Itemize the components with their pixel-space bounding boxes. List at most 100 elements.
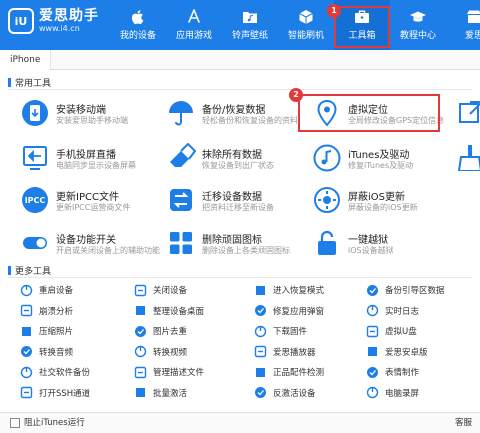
more-tool-item[interactable]: 下载固件 — [254, 324, 307, 338]
fix-popup-icon — [255, 305, 266, 316]
nav-ringtones[interactable]: 铃声壁纸 — [222, 0, 278, 50]
nav-store[interactable]: 爱思 — [446, 0, 480, 50]
more-tool-item[interactable]: 虚拟U盘 — [366, 324, 417, 338]
tool-settings-gear[interactable]: 屏蔽iOS更新 屏蔽设备的iOS更新 — [312, 185, 452, 219]
tool-name: 屏蔽iOS更新 — [348, 192, 405, 203]
accessory-check-icon — [256, 367, 265, 377]
more-tool-label: 社交软件备份 — [39, 368, 91, 378]
more-tool-item[interactable]: 修复应用弹窗 — [254, 304, 324, 318]
more-tool-item[interactable]: 爱思播放器 — [254, 345, 316, 359]
tool-migrate[interactable]: 迁移设备数据 把资料迁移至新设备 — [166, 185, 306, 219]
more-tool-label: 反激活设备 — [273, 388, 316, 399]
unlock-icon — [318, 230, 336, 255]
tool-description: 开启或关闭设备上的辅助功能 — [56, 246, 160, 255]
tool-description: 修复iTunes及驱动 — [348, 161, 414, 170]
emoji-icon — [367, 366, 378, 378]
more-tool-item[interactable]: 图片去重 — [134, 324, 187, 338]
recovery-mode-icon — [256, 285, 265, 295]
tool-music-note[interactable]: iTunes及驱动 修复iTunes及驱动 — [312, 143, 452, 177]
more-tool-label: 爱思播放器 — [273, 347, 316, 358]
more-tool-item[interactable]: 表情制作 — [366, 365, 419, 379]
svg-text:IPCC: IPCC — [25, 196, 46, 205]
more-tool-item[interactable]: 正品配件检测 — [254, 365, 324, 379]
more-tool-item[interactable]: 压缩照片 — [20, 324, 73, 338]
tool-install-mobile[interactable]: 安装移动端 安装爱思助手移动端 — [20, 98, 160, 132]
more-tool-label: 转换视频 — [153, 347, 188, 358]
more-tool-item[interactable]: 批量激活 — [134, 386, 187, 400]
more-tool-label: 关闭设备 — [153, 286, 188, 296]
tool-description: 把资料迁移至新设备 — [202, 203, 274, 212]
tool-grid[interactable]: 删除顽固图标 删除设备上各类顽固图标 — [166, 228, 306, 262]
status-footer: 阻止iTunes运行 客服 — [0, 412, 480, 433]
convert-video-icon — [134, 345, 147, 358]
nav-label: 智能刷机 — [287, 31, 324, 41]
more-tool-item[interactable]: 转换视频 — [134, 345, 187, 359]
tool-screen-mirror[interactable]: 手机投屏直播 电脑同步显示设备屏幕 — [20, 143, 160, 177]
tool-description: 屏蔽设备的iOS更新 — [348, 203, 418, 212]
tool-name: 设备功能开关 — [56, 235, 116, 246]
deactivate-icon — [255, 387, 266, 398]
grid-icon — [170, 232, 192, 254]
more-tool-label: 批量激活 — [153, 388, 188, 399]
brand-name: 爱思助手 — [39, 8, 99, 24]
more-tool-item[interactable]: 管理描述文件 — [134, 365, 204, 379]
apple-icon — [131, 10, 144, 25]
nav-flash[interactable]: 智能刷机 — [278, 0, 334, 50]
tool-description: iOS设备越狱 — [348, 246, 394, 255]
callout-badge-2: 2 — [289, 88, 303, 102]
block-itunes-checkbox[interactable] — [10, 418, 20, 428]
more-tool-label: 电脑录屏 — [385, 388, 420, 399]
tool-description: 电脑同步显示设备屏幕 — [56, 161, 136, 170]
tool-description: 删除设备上各类顽固图标 — [202, 246, 290, 255]
nav-label: 应用游戏 — [175, 31, 212, 41]
more-tool-label: 转换音频 — [39, 347, 74, 358]
tool-toggle[interactable]: 设备功能开关 开启或关闭设备上的辅助功能 — [20, 228, 160, 262]
more-tool-item[interactable]: 社交软件备份 — [20, 365, 90, 379]
tool-description: 轻松备份和恢复设备的资料 — [202, 116, 298, 125]
nav-tutorials[interactable]: 教程中心 — [390, 0, 446, 50]
more-tool-label: 打开SSH通道 — [39, 388, 91, 399]
ipcc-icon: IPCC — [22, 187, 48, 213]
export-tool-partial[interactable] — [456, 98, 480, 126]
nav-my-device[interactable]: 我的设备 — [110, 0, 166, 50]
more-tool-label: 重启设备 — [39, 286, 74, 296]
more-tool-item[interactable]: 反激活设备 — [254, 386, 316, 400]
more-tool-label: 正品配件检测 — [273, 368, 325, 378]
tool-ipcc[interactable]: IPCC 更新IPCC文件 更新IPCC运营商文件 — [20, 185, 160, 219]
folder-music-icon — [243, 12, 257, 23]
tool-unlock[interactable]: 一键越狱 iOS设备越狱 — [312, 228, 452, 262]
more-tool-label: 修复应用弹窗 — [273, 306, 325, 317]
tool-umbrella[interactable]: 备份/恢复数据 轻松备份和恢复设备的资料 — [166, 98, 306, 132]
more-tool-label: 实时日志 — [385, 306, 420, 317]
more-tool-label: 整理设备桌面 — [153, 306, 205, 317]
more-tool-item[interactable]: 电脑录屏 — [366, 386, 419, 400]
migrate-icon — [170, 189, 192, 211]
more-tool-item[interactable]: 备份引导区数据 — [366, 283, 445, 297]
device-tab-iphone[interactable]: iPhone — [0, 50, 52, 70]
nav-apps[interactable]: 应用游戏 — [166, 0, 222, 50]
tool-eraser[interactable]: 抹除所有数据 恢复设备到出厂状态 — [166, 143, 306, 177]
more-tool-item[interactable]: 爱思安卓版 — [366, 345, 428, 359]
more-tool-item[interactable]: 实时日志 — [366, 304, 419, 318]
more-tool-item[interactable]: 崩溃分析 — [20, 304, 73, 318]
install-mobile-icon — [22, 100, 48, 126]
section-divider — [8, 89, 472, 90]
block-itunes-label[interactable]: 阻止iTunes运行 — [24, 416, 85, 428]
more-tool-label: 崩溃分析 — [39, 306, 74, 317]
desktop-organize-icon — [136, 306, 145, 315]
cleanup-tool-partial[interactable] — [456, 143, 480, 171]
more-tool-item[interactable]: 关闭设备 — [134, 283, 187, 297]
store-icon — [467, 10, 480, 23]
external-link-icon — [459, 101, 480, 123]
more-tools-title: 更多工具 — [8, 264, 51, 277]
more-tool-item[interactable]: 转换音频 — [20, 345, 73, 359]
nav-label: 我的设备 — [119, 31, 156, 41]
backup-boot-icon — [367, 284, 378, 296]
more-tool-item[interactable]: 打开SSH通道 — [20, 386, 90, 400]
nav-label: 铃声壁纸 — [231, 31, 268, 41]
more-tool-item[interactable]: 整理设备桌面 — [134, 304, 204, 318]
logo-mark-icon: iU — [8, 8, 34, 34]
customer-service-link[interactable]: 客服 — [455, 416, 472, 428]
more-tool-item[interactable]: 重启设备 — [20, 283, 73, 297]
more-tool-item[interactable]: 进入恢复模式 — [254, 283, 324, 297]
